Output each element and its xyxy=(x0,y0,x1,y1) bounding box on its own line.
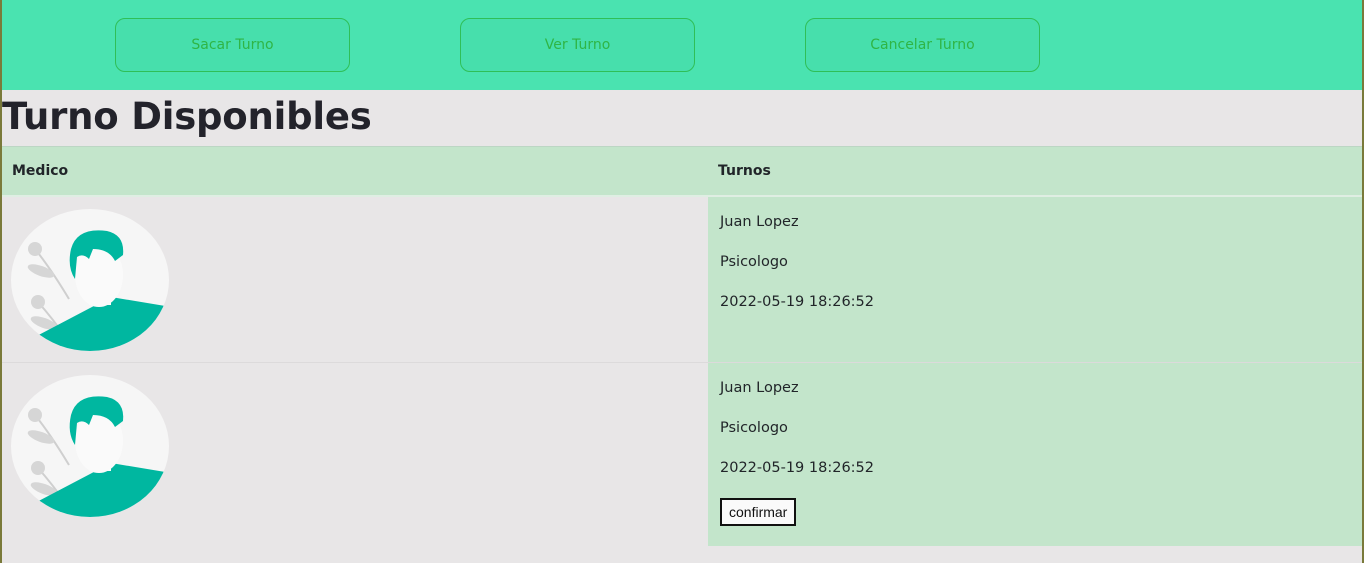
doctor-name: Juan Lopez xyxy=(720,380,799,396)
medico-cell xyxy=(2,362,708,546)
doctor-avatar-icon xyxy=(11,375,698,517)
table-row: Juan Lopez Psicologo 2022-05-19 18:26:52 xyxy=(2,195,1362,363)
turno-info-cell: Juan Lopez Psicologo 2022-05-19 18:26:52… xyxy=(708,362,1362,546)
table-row: Juan Lopez Psicologo 2022-05-19 18:26:52… xyxy=(2,362,1362,546)
column-header-turnos: Turnos xyxy=(708,146,1362,197)
doctor-specialty: Psicologo xyxy=(720,253,788,270)
doctor-name: Juan Lopez xyxy=(720,213,799,230)
ver-turno-button[interactable]: Ver Turno xyxy=(460,18,695,72)
turnos-table: Medico Turnos Juan Lopez Psicologo 2022-… xyxy=(2,146,1362,546)
turno-datetime: 2022-05-19 18:26:52 xyxy=(720,460,874,476)
page-title: Turno Disponibles xyxy=(2,95,372,138)
sacar-turno-button[interactable]: Sacar Turno xyxy=(115,18,350,72)
table-header-row: Medico Turnos xyxy=(2,146,1362,197)
cancelar-turno-button[interactable]: Cancelar Turno xyxy=(805,18,1040,72)
column-header-medico: Medico xyxy=(2,146,708,197)
turno-info-cell: Juan Lopez Psicologo 2022-05-19 18:26:52 xyxy=(708,195,1362,363)
turno-datetime: 2022-05-19 18:26:52 xyxy=(720,293,874,310)
top-nav-bar: Sacar Turno Ver Turno Cancelar Turno xyxy=(2,0,1362,90)
confirmar-button[interactable]: confirmar xyxy=(720,498,797,526)
medico-cell xyxy=(2,195,708,363)
doctor-specialty: Psicologo xyxy=(720,420,788,436)
doctor-avatar-icon xyxy=(11,208,698,351)
